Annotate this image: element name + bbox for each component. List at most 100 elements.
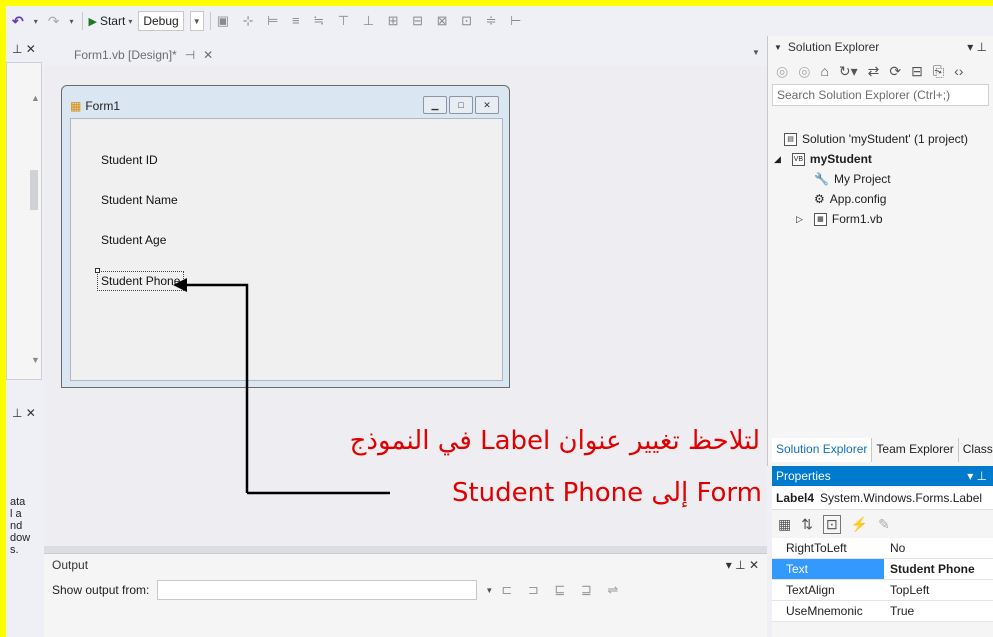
- property-pages-icon[interactable]: ✎: [878, 516, 890, 533]
- layout-align-icons[interactable]: ▣ ⊹ ⊨ ≡ ≒ ⊤ ⊥ ⊞ ⊟ ⊠ ⊡ ≑ ⊢: [217, 13, 527, 29]
- property-row[interactable]: RightToLeft No: [772, 538, 993, 559]
- config-select[interactable]: Debug: [138, 11, 184, 31]
- selection-handle[interactable]: [95, 268, 100, 273]
- redo-icon[interactable]: ↷: [46, 13, 62, 30]
- output-title: Output: [52, 558, 89, 572]
- code-icon[interactable]: ‹›: [954, 63, 963, 79]
- tree-item-project[interactable]: ◢ VB myStudent: [774, 152, 872, 166]
- form-client-area: Student ID Student Name Student Age Stud…: [70, 118, 503, 381]
- left-text-line: s.: [10, 544, 19, 556]
- tab-team-explorer[interactable]: Team Explorer: [872, 438, 959, 462]
- separator: [81, 12, 83, 30]
- tree-label: Form1.vb: [831, 212, 883, 226]
- minimize-icon[interactable]: ▁: [423, 96, 447, 114]
- events-icon[interactable]: ⚡: [851, 516, 868, 533]
- tree-item-my-project[interactable]: 🔧 My Project: [814, 172, 891, 186]
- label-student-phone[interactable]: Student Phone: [97, 271, 185, 291]
- undo-icon[interactable]: ↶: [10, 13, 26, 30]
- toolbox-panel: ▲ ▼: [6, 62, 42, 380]
- copy-icon[interactable]: ⎘: [933, 63, 944, 80]
- collapse-icon[interactable]: ⊟: [911, 63, 923, 80]
- solution-explorer-titlebar: ▼ Solution Explorer ▾ ⊥: [768, 36, 993, 58]
- chevron-down-icon[interactable]: ▼: [189, 11, 204, 31]
- property-row[interactable]: TextAlign TopLeft: [772, 580, 993, 601]
- scrollbar-thumb[interactable]: [30, 170, 38, 210]
- tree-item-form1[interactable]: ▷ ▦ Form1.vb: [796, 212, 883, 226]
- property-row-selected[interactable]: Text Student Phone: [772, 559, 993, 580]
- solution-explorer-toolbar: ◎ ◎ ⌂ ↻▾ ⇄ ⟳ ⊟ ⎘ ‹›: [768, 58, 993, 84]
- properties-titlebar: Properties ▾ ⊥: [772, 466, 993, 486]
- forward-icon[interactable]: ◎: [798, 63, 810, 80]
- label-student-name[interactable]: Student Name: [101, 193, 178, 207]
- start-button[interactable]: ▶ Start ▾: [89, 14, 133, 28]
- form-file-icon: ▦: [813, 212, 827, 226]
- scroll-up-icon[interactable]: ▲: [31, 93, 40, 103]
- pin-icon[interactable]: ⊣: [185, 48, 195, 62]
- property-value[interactable]: No: [884, 541, 993, 555]
- property-row[interactable]: UseMnemonic True: [772, 601, 993, 622]
- scroll-down-icon[interactable]: ▼: [31, 355, 40, 365]
- vb-project-icon: VB: [791, 152, 805, 166]
- config-file-icon: ⚙: [814, 192, 825, 206]
- left-panel-text: ata l a nd dow s.: [10, 496, 30, 556]
- back-icon[interactable]: ◎: [776, 63, 788, 80]
- properties-icon[interactable]: ⊡: [822, 514, 841, 534]
- form-window[interactable]: ▦ Form1 ▁ □ ✕ Student ID Student Name St…: [61, 85, 510, 388]
- form-icon: ▦: [70, 99, 82, 113]
- left-text-line: nd: [10, 520, 23, 532]
- close-icon[interactable]: ✕: [203, 48, 213, 62]
- expanded-arrow-icon[interactable]: ◢: [774, 154, 781, 165]
- tab-form1-design[interactable]: Form1.vb [Design]* ⊣ ✕: [74, 44, 213, 66]
- output-titlebar: Output ▾ ⊥ ✕: [44, 554, 767, 576]
- label-student-id[interactable]: Student ID: [101, 153, 158, 167]
- left-text-line: ata: [10, 496, 26, 508]
- chevron-down-icon[interactable]: ▼: [774, 43, 782, 52]
- property-value[interactable]: Student Phone: [884, 562, 993, 576]
- pin-icon[interactable]: ⊥ ✕: [12, 42, 36, 56]
- output-source-select[interactable]: [157, 580, 478, 600]
- chevron-down-icon[interactable]: ▾: [128, 17, 132, 26]
- tree-item-solution[interactable]: ▤ Solution 'myStudent' (1 project): [784, 132, 968, 146]
- window-buttons: ▁ □ ✕: [423, 96, 499, 114]
- label-student-age[interactable]: Student Age: [101, 233, 166, 247]
- panel-controls[interactable]: ▾ ⊥: [967, 40, 993, 54]
- form-title: Form1: [85, 99, 121, 113]
- tab-solution-explorer[interactable]: Solution Explorer: [772, 438, 873, 462]
- close-icon[interactable]: ✕: [475, 96, 499, 114]
- dropdown-icon[interactable]: ▾: [32, 17, 40, 26]
- collapsed-arrow-icon[interactable]: ▷: [796, 214, 803, 225]
- config-value: Debug: [143, 14, 179, 28]
- left-text-line: dow: [10, 532, 31, 544]
- solution-explorer-search[interactable]: Search Solution Explorer (Ctrl+;): [772, 84, 989, 106]
- sync-icon[interactable]: ⇄: [868, 63, 880, 80]
- tab-class-view[interactable]: Class View: [958, 438, 993, 462]
- property-value[interactable]: True: [884, 604, 993, 618]
- chevron-down-icon[interactable]: ▼: [752, 48, 760, 57]
- properties-toolbar: ▦ ⇅ ⊡ ⚡ ✎: [772, 510, 993, 538]
- object-name: Label4: [776, 490, 815, 505]
- output-tool-icons[interactable]: ⊏ ⊐ ⊑ ⊒ ⇌: [501, 582, 624, 598]
- history-icon[interactable]: ↻▾: [839, 63, 858, 80]
- refresh-icon[interactable]: ⟳: [889, 63, 901, 80]
- panel-controls[interactable]: ▾ ⊥ ✕: [726, 558, 759, 572]
- pin-icon[interactable]: ⊥ ✕: [12, 406, 36, 420]
- alphabetical-icon[interactable]: ⇅: [801, 516, 813, 533]
- property-key: UseMnemonic: [786, 604, 863, 618]
- splitter[interactable]: [44, 546, 767, 553]
- property-value[interactable]: TopLeft: [884, 583, 993, 597]
- tree-item-app-config[interactable]: ⚙ App.config: [814, 192, 886, 206]
- tab-label: Form1.vb [Design]*: [74, 48, 177, 62]
- maximize-icon[interactable]: □: [449, 96, 473, 114]
- object-type: System.Windows.Forms.Label: [820, 490, 983, 505]
- property-key: TextAlign: [786, 583, 835, 597]
- start-label: Start: [99, 14, 126, 28]
- properties-panel: Properties ▾ ⊥ Label4 System.Windows.For…: [772, 466, 993, 637]
- dropdown-icon[interactable]: ▾: [67, 17, 75, 26]
- home-icon[interactable]: ⌂: [820, 63, 828, 79]
- properties-object-select[interactable]: Label4 System.Windows.Forms.Label: [772, 486, 993, 510]
- panel-controls[interactable]: ▾ ⊥: [967, 469, 987, 483]
- explorer-tabs: Solution Explorer Team Explorer Class Vi…: [772, 438, 993, 462]
- categorized-icon[interactable]: ▦: [778, 516, 791, 533]
- tree-label: myStudent: [809, 152, 872, 166]
- chevron-down-icon[interactable]: ▼: [485, 586, 493, 595]
